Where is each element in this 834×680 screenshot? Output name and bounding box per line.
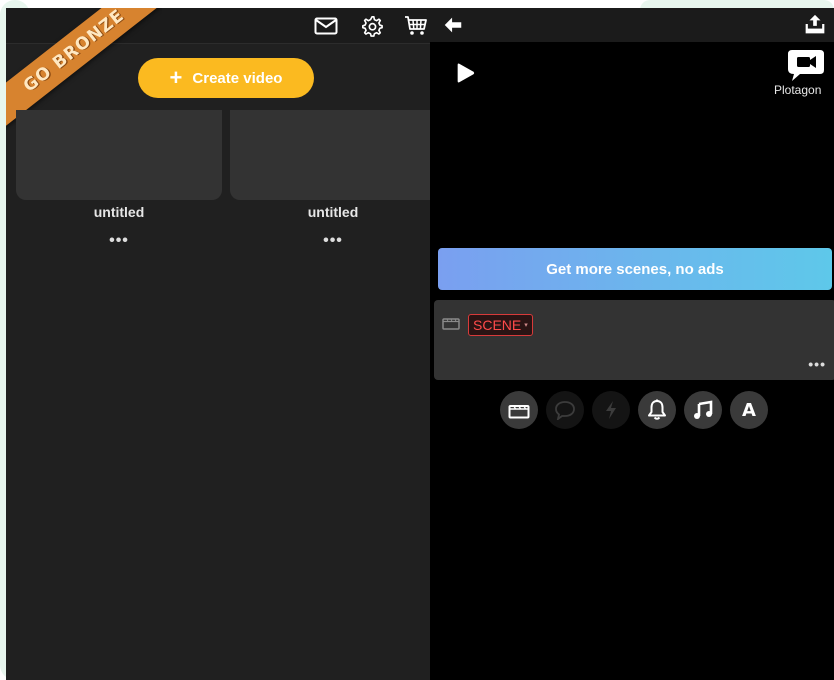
add-dialogue-button[interactable] (546, 391, 584, 429)
clapper-icon (442, 316, 460, 330)
add-action-button[interactable] (592, 391, 630, 429)
scene-more-button[interactable]: ••• (808, 356, 826, 372)
plotagon-logo-icon (786, 48, 826, 82)
get-more-scenes-button[interactable]: Get more scenes, no ads (438, 248, 832, 290)
video-more-button[interactable]: ••• (16, 232, 222, 250)
add-music-button[interactable] (684, 391, 722, 429)
share-icon[interactable] (804, 13, 828, 37)
music-note-icon (694, 400, 713, 419)
text-icon: A (742, 399, 756, 421)
add-scene-button[interactable] (500, 391, 538, 429)
gear-icon[interactable] (360, 14, 384, 38)
video-editor-panel: Plotagon Get more scenes, no ads SCENE ▾… (430, 8, 834, 680)
scene-dropdown[interactable]: SCENE ▾ (468, 314, 533, 336)
video-more-button[interactable]: ••• (230, 232, 430, 250)
editor-topbar (430, 8, 834, 42)
plotagon-logo-text: Plotagon (774, 83, 822, 97)
add-sound-button[interactable] (638, 391, 676, 429)
play-icon[interactable] (454, 62, 478, 86)
chevron-down-icon: ▾ (524, 322, 528, 329)
add-text-button[interactable]: A (730, 391, 768, 429)
video-library-panel: GO BRONZE + Create video untitled untitl… (6, 8, 430, 680)
mail-icon[interactable] (314, 14, 338, 38)
lightning-icon (606, 401, 616, 419)
bell-icon (648, 399, 666, 420)
clapper-icon (508, 405, 530, 419)
video-title: untitled (307, 204, 359, 220)
create-video-label: Create video (192, 69, 283, 87)
back-arrow-icon[interactable] (442, 14, 466, 38)
video-title: untitled (93, 204, 145, 220)
go-bronze-label: GO BRONZE (19, 8, 129, 97)
cart-icon[interactable] (404, 14, 428, 38)
video-thumbnail[interactable] (16, 110, 222, 200)
create-video-button[interactable]: + Create video (138, 58, 314, 98)
scene-item[interactable]: SCENE ▾ ••• (434, 300, 834, 380)
video-thumbnail[interactable] (230, 110, 430, 200)
speech-bubble-icon (555, 401, 575, 420)
plus-icon: + (169, 65, 183, 90)
get-more-scenes-label: Get more scenes, no ads (546, 260, 724, 278)
scene-label: SCENE (473, 317, 522, 333)
